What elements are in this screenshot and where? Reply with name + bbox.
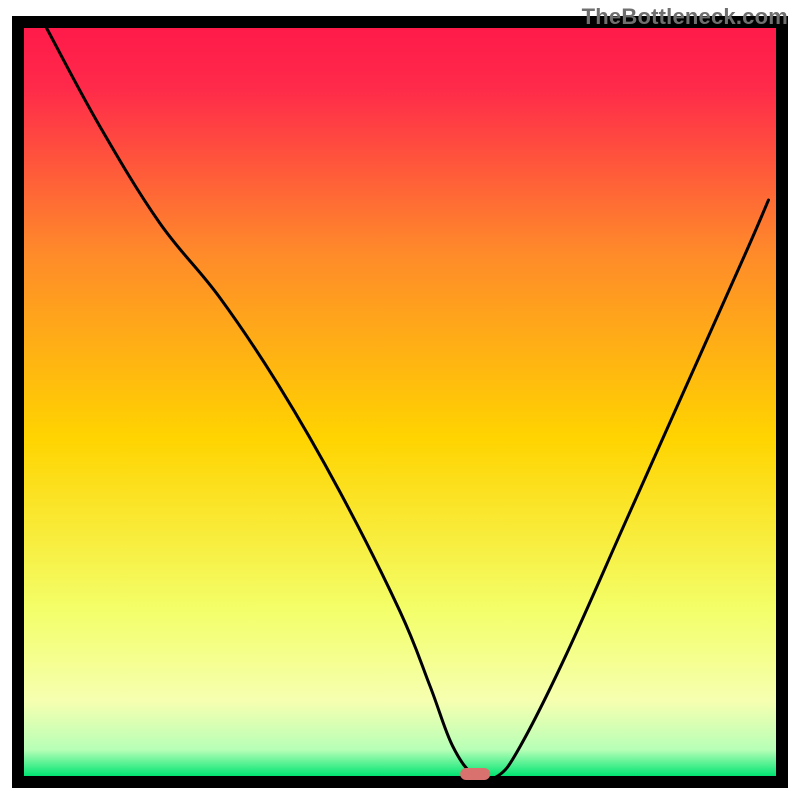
plot-background — [24, 28, 776, 776]
optimal-marker — [460, 768, 490, 780]
watermark-label: TheBottleneck.com — [582, 4, 788, 30]
bottleneck-chart: TheBottleneck.com — [0, 0, 800, 800]
chart-canvas — [0, 0, 800, 800]
